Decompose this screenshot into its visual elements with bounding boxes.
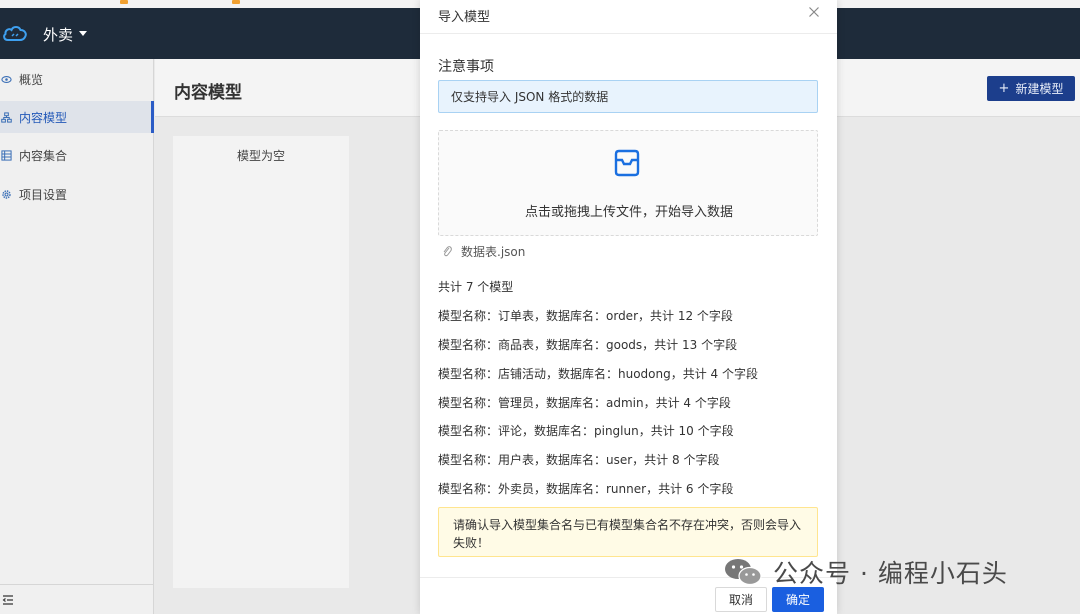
- model-info-line: 模型名称：管理员，数据库名：admin，共计 4 个字段: [438, 396, 731, 410]
- inbox-icon: [614, 149, 640, 177]
- upload-dropzone[interactable]: 点击或拖拽上传文件，开始导入数据: [438, 130, 818, 236]
- cloud-logo-icon: [3, 26, 27, 41]
- notice-heading: 注意事项: [438, 59, 494, 75]
- chevron-down-icon[interactable]: [79, 31, 87, 36]
- model-list-panel: 模型为空: [173, 136, 349, 588]
- sidebar-item-overview[interactable]: 概览: [0, 63, 154, 95]
- dropzone-text: 点击或拖拽上传文件，开始导入数据: [524, 205, 733, 220]
- file-name: 数据表.json: [461, 244, 526, 259]
- model-icon: [1, 111, 12, 123]
- sidebar: 概览 内容模型 内容集合 项目设置: [0, 59, 154, 614]
- warning-alert: 请确认导入模型集合名与已有模型集合名不存在冲突，否则会导入失败！: [438, 507, 818, 557]
- project-switcher-label[interactable]: 外卖: [43, 24, 73, 45]
- dialog-title: 导入模型: [438, 10, 491, 25]
- cancel-button[interactable]: 取消: [715, 587, 767, 612]
- collection-icon: [1, 149, 12, 161]
- sidebar-item-project-settings[interactable]: 项目设置: [0, 178, 154, 210]
- close-icon[interactable]: [808, 6, 820, 18]
- gear-icon: [2, 189, 11, 199]
- tab-favicon: [120, 0, 128, 4]
- wechat-icon: [725, 559, 762, 586]
- plus-icon: +: [998, 81, 1010, 96]
- model-info-line: 模型名称：订单表，数据库名：order，共计 12 个字段: [438, 309, 733, 323]
- new-model-label: 新建模型: [1015, 82, 1064, 96]
- menu-collapse-icon[interactable]: [2, 594, 14, 606]
- sidebar-item-content-collection[interactable]: 内容集合: [0, 139, 154, 171]
- eye-icon: [1, 75, 12, 83]
- watermark-text: 公众号 · 编程小石头: [773, 559, 1008, 588]
- import-model-dialog: 导入模型 注意事项 仅支持导入 JSON 格式的数据 点击或拖拽上传文件，开始导…: [420, 0, 837, 614]
- empty-state-text: 模型为空: [236, 149, 285, 163]
- page-title: 内容模型: [174, 83, 242, 103]
- confirm-button[interactable]: 确定: [772, 587, 824, 612]
- sidebar-item-label: 概览: [19, 72, 44, 87]
- model-count-summary: 共计 7 个模型: [438, 280, 514, 294]
- sidebar-item-content-model[interactable]: 内容模型: [0, 101, 154, 133]
- uploaded-file-item[interactable]: 数据表.json: [442, 243, 525, 259]
- dialog-header: 导入模型: [420, 0, 837, 34]
- sidebar-item-label: 内容模型: [19, 110, 68, 125]
- info-alert-text: 仅支持导入 JSON 格式的数据: [451, 90, 609, 104]
- sidebar-item-label: 内容集合: [19, 148, 68, 163]
- info-alert: 仅支持导入 JSON 格式的数据: [438, 80, 818, 113]
- sidebar-collapse-bar: [0, 584, 154, 614]
- new-model-button[interactable]: + 新建模型: [987, 76, 1075, 101]
- model-info-line: 模型名称：用户表，数据库名：user，共计 8 个字段: [438, 453, 720, 467]
- watermark: 公众号 · 编程小石头: [723, 555, 1008, 589]
- sidebar-item-label: 项目设置: [19, 187, 68, 202]
- model-info-line: 模型名称：店铺活动，数据库名：huodong，共计 4 个字段: [438, 367, 758, 381]
- model-info-line: 模型名称：评论，数据库名：pinglun，共计 10 个字段: [438, 424, 734, 438]
- tab-favicon: [232, 0, 240, 4]
- warning-alert-text: 请确认导入模型集合名与已有模型集合名不存在冲突，否则会导入失败！: [453, 518, 802, 550]
- model-info-line: 模型名称：商品表，数据库名：goods，共计 13 个字段: [438, 338, 738, 352]
- model-info-line: 模型名称：外卖员，数据库名：runner，共计 6 个字段: [438, 482, 734, 496]
- paperclip-icon: [443, 246, 452, 257]
